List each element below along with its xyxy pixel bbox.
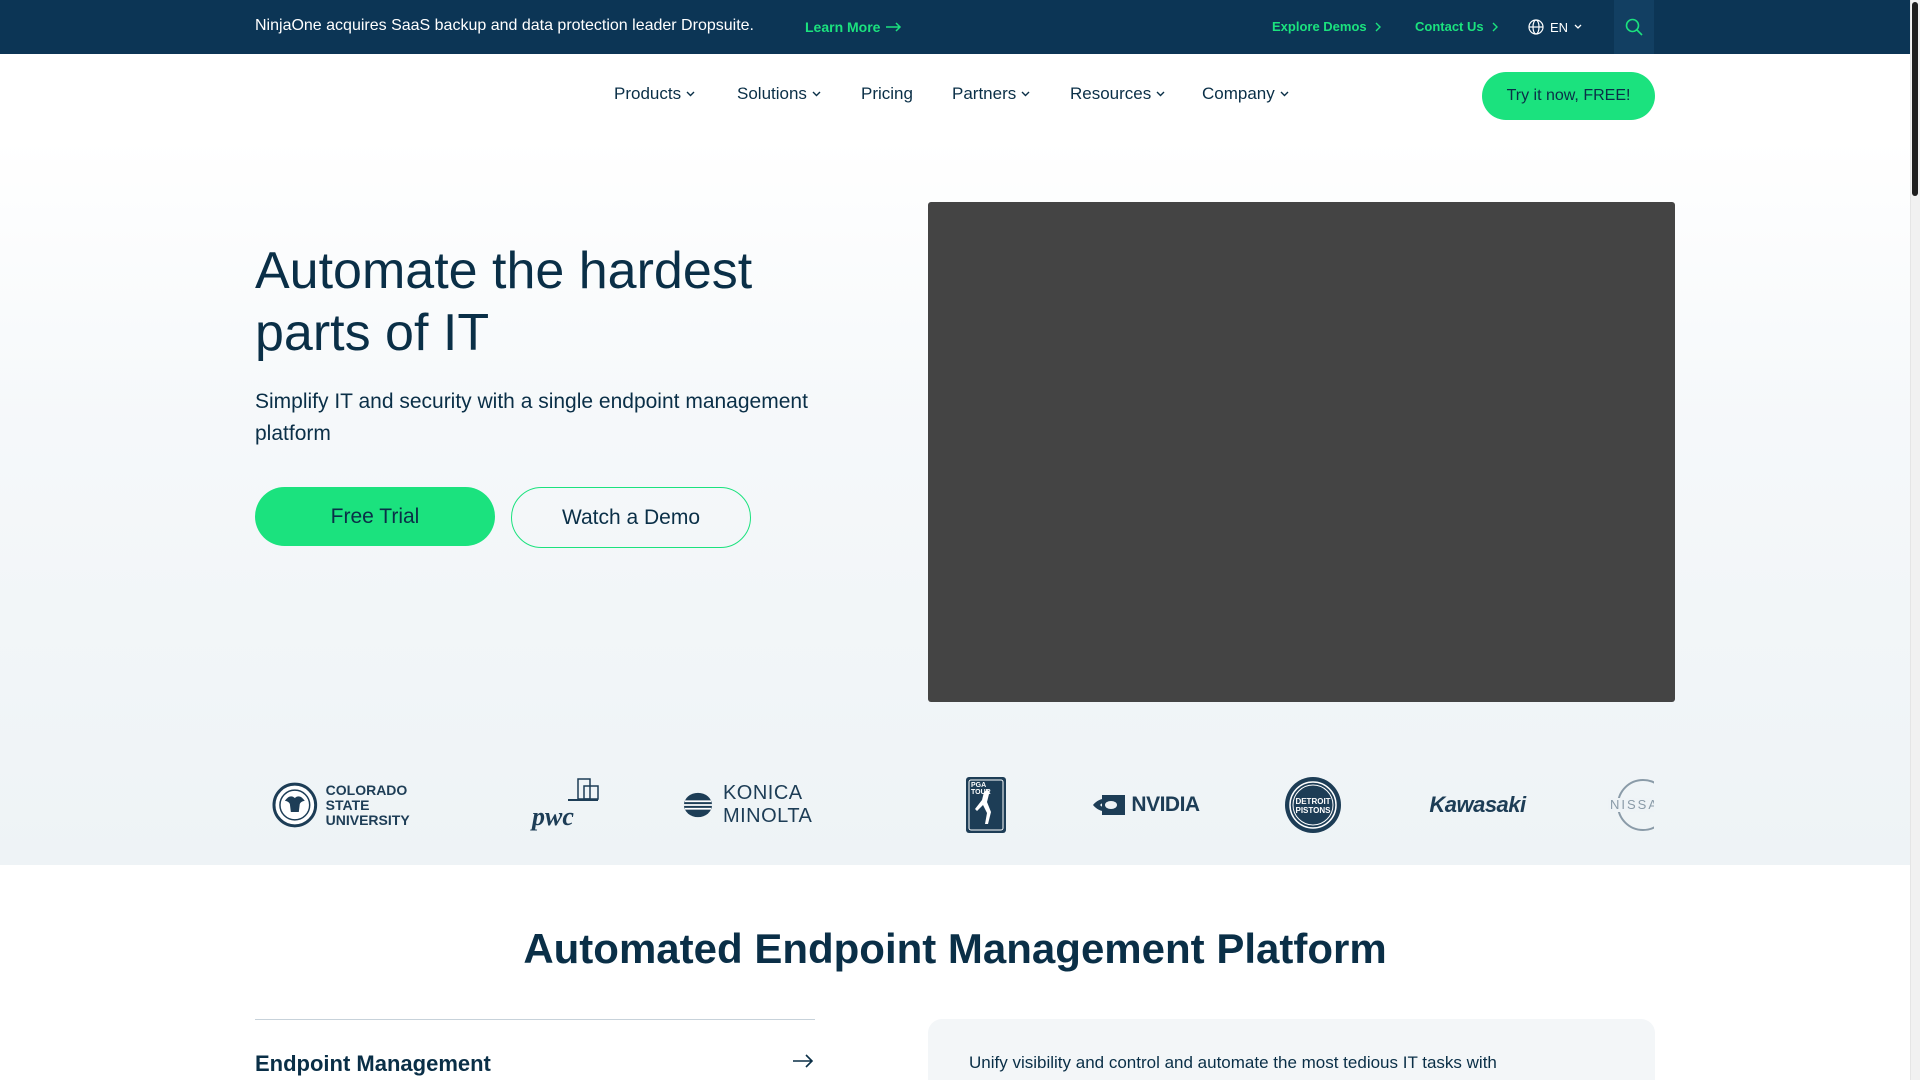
search-button[interactable] <box>1614 0 1654 54</box>
logo-nvidia: NVIDIA <box>1088 792 1204 818</box>
hero-subtitle: Simplify IT and security with a single e… <box>255 390 808 445</box>
contact-us-label: Contact Us <box>1415 19 1484 34</box>
logo-pwc-text: pwc <box>532 802 574 831</box>
logo-konica-text: KONICA MINOLTA <box>722 782 813 827</box>
logo-nissan: NISSAN <box>1608 778 1654 832</box>
hero-video[interactable] <box>928 202 1675 702</box>
logo-colorado-line2: UNIVERSITY <box>325 811 410 828</box>
accordion-endpoint-management[interactable]: Endpoint Management <box>255 1051 491 1077</box>
logo-nvidia-text: NVIDIA <box>1131 793 1200 816</box>
logo-colorado-state: COLORADO STATE UNIVERSITY <box>272 782 454 828</box>
contact-us-link[interactable]: Contact Us <box>1415 19 1498 34</box>
konica-globe-icon <box>683 792 713 818</box>
nav-company-label: Company <box>1202 84 1275 103</box>
page-scrollbar-thumb[interactable] <box>1912 2 1918 196</box>
nav-products-label: Products <box>614 84 682 103</box>
chevron-down-icon <box>1156 91 1165 97</box>
chevron-down-icon <box>686 91 695 97</box>
accordion-divider <box>255 1019 815 1020</box>
nav-company[interactable]: Company <box>1202 84 1289 104</box>
nav-partners[interactable]: Partners <box>952 84 1030 104</box>
logo-colorado-line1: COLORADO STATE <box>325 781 408 813</box>
nav-resources[interactable]: Resources <box>1070 84 1165 104</box>
logo-nissan-text: NISSAN <box>1610 797 1654 812</box>
hero-title: Automate the hardest parts of IT <box>255 242 753 362</box>
nav-resources-label: Resources <box>1070 84 1152 103</box>
chevron-down-icon <box>1280 91 1289 97</box>
nav-partners-label: Partners <box>952 84 1017 103</box>
globe-icon <box>1528 19 1544 35</box>
logo-pistons-text: DETROIT PISTONS <box>1295 797 1331 815</box>
explore-demos-link[interactable]: Explore Demos <box>1272 19 1381 34</box>
logo-kawasaki: Kawasaki <box>1420 790 1535 820</box>
chevron-right-icon <box>1492 22 1498 31</box>
logo-pga-text: PGA TOUR <box>971 782 991 796</box>
nvidia-eye-icon <box>1093 795 1126 815</box>
logo-pwc: pwc <box>532 776 604 834</box>
ram-emblem-icon <box>272 782 318 828</box>
nav-pricing[interactable]: Pricing <box>861 84 913 104</box>
chevron-down-icon <box>1021 91 1030 97</box>
logo-pga-tour: PGA TOUR <box>965 776 1007 834</box>
chevron-right-icon <box>1375 22 1381 31</box>
feature-panel-text: Unify visibility and control and automat… <box>969 1053 1497 1072</box>
nav-products[interactable]: Products <box>614 84 695 104</box>
nav-pricing-label: Pricing <box>861 84 913 103</box>
search-icon <box>1625 18 1643 36</box>
announcement-bar: NinjaOne acquires SaaS backup and data p… <box>0 0 1910 54</box>
chevron-down-icon <box>1574 24 1582 29</box>
logo-kawasaki-text: Kawasaki <box>1429 792 1526 817</box>
arrow-right-icon[interactable] <box>792 1054 814 1068</box>
explore-demos-label: Explore Demos <box>1272 19 1367 34</box>
try-free-button[interactable]: Try it now, FREE! <box>1482 72 1655 120</box>
chevron-down-icon <box>812 91 821 97</box>
logo-konica-minolta: KONICA MINOLTA <box>683 782 886 827</box>
nav-solutions-label: Solutions <box>737 84 807 103</box>
free-trial-button[interactable]: Free Trial <box>255 487 495 546</box>
section-title: Automated Endpoint Management Platform <box>523 925 1387 972</box>
learn-more-link[interactable]: Learn More <box>805 19 902 35</box>
learn-more-label: Learn More <box>805 19 881 35</box>
logo-detroit-pistons: DETROIT PISTONS <box>1283 775 1343 835</box>
watch-demo-button[interactable]: Watch a Demo <box>511 487 751 548</box>
nav-solutions[interactable]: Solutions <box>737 84 821 104</box>
language-label: EN <box>1550 19 1569 35</box>
announcement-text: NinjaOne acquires SaaS backup and data p… <box>255 17 754 34</box>
language-selector[interactable]: EN <box>1528 19 1582 35</box>
arrow-right-icon <box>886 22 902 32</box>
